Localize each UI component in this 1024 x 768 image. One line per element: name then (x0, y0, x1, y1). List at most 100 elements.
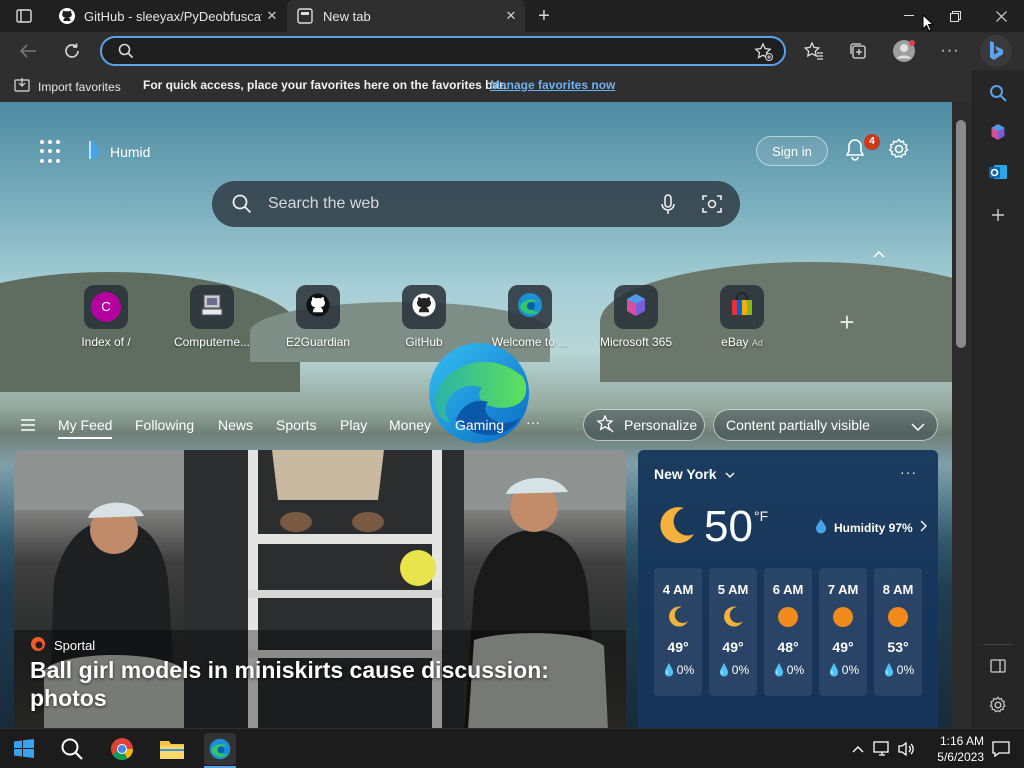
new-tab-page: Humid Sign in 4 Search the web C Index o… (0, 102, 952, 728)
forecast-temperature: 53° (887, 639, 909, 655)
sidebar-hide-icon[interactable] (985, 653, 1011, 679)
weather-city: New York (654, 466, 717, 482)
m365-icon (622, 291, 650, 324)
sidebar-m365-icon[interactable] (985, 119, 1011, 145)
chevron-up-icon[interactable] (850, 733, 866, 765)
quick-link[interactable]: Microsoft 365 (586, 285, 686, 349)
refresh-button[interactable] (60, 40, 84, 62)
content-visibility-dropdown[interactable]: Content partially visible (713, 409, 938, 441)
microphone-icon[interactable] (660, 194, 676, 221)
address-bar[interactable] (100, 36, 786, 66)
add-favorite-icon[interactable] (754, 42, 774, 67)
volume-icon[interactable] (896, 733, 916, 765)
notifications-button[interactable]: 4 (844, 134, 880, 164)
feed-tab-sports[interactable]: Sports (276, 417, 316, 433)
moon-icon (654, 504, 698, 553)
collections-icon[interactable] (847, 40, 869, 62)
weather-more-icon[interactable]: ··· (900, 464, 917, 480)
tab-actions-icon[interactable] (14, 7, 34, 25)
news-source-name: Sportal (54, 638, 96, 653)
import-favorites-button[interactable]: Import favorites (14, 77, 121, 96)
sidebar-add-icon[interactable] (985, 202, 1011, 228)
weather-location[interactable]: New York (654, 466, 735, 482)
close-tab-icon[interactable]: ✕ (264, 8, 280, 24)
humidity-value: Humidity 97% (834, 520, 913, 535)
page-settings-icon[interactable] (888, 138, 912, 162)
hero-news-card[interactable]: Sportal Ball girl models in miniskirts c… (14, 450, 626, 728)
chrome-icon[interactable] (106, 733, 138, 765)
feed-tab-my-feed[interactable]: My Feed (58, 417, 113, 439)
file-explorer-icon[interactable] (156, 733, 188, 765)
forecast-precipitation: 💧0% (826, 663, 860, 677)
sidebar-settings-icon[interactable] (985, 692, 1011, 718)
tab-newtab[interactable]: New tab ✕ (287, 0, 525, 32)
water-drop-icon (814, 518, 828, 537)
quick-link[interactable]: C Index of / (56, 285, 156, 349)
feed-more-button[interactable]: ··· (526, 414, 540, 430)
favorites-icon[interactable] (803, 40, 825, 62)
quick-link[interactable]: E2Guardian (268, 285, 368, 349)
news-headline[interactable]: Ball girl models in miniskirts cause dis… (30, 656, 590, 712)
forecast-time: 5 AM (717, 582, 749, 597)
notification-badge: 4 (864, 134, 880, 150)
system-clock[interactable]: 1:16 AM 5/6/2023 (920, 733, 984, 765)
sidebar-outlook-icon[interactable] (985, 159, 1011, 185)
clock-time: 1:16 AM (939, 734, 984, 748)
weather-mini[interactable]: Humid (84, 138, 150, 165)
feed-tab-gaming[interactable]: Gaming (455, 417, 504, 433)
github-icon (305, 292, 331, 323)
hourly-forecast-item[interactable]: 6 AM 48° 💧0% (764, 568, 812, 696)
chevron-up-icon[interactable] (872, 246, 890, 260)
tab-github[interactable]: GitHub - sleeyax/PyDeobfuscator ✕ (48, 0, 286, 32)
restore-button[interactable] (932, 0, 978, 32)
hourly-forecast-item[interactable]: 7 AM 49° 💧0% (819, 568, 867, 696)
weather-card[interactable]: New York ··· 50 °F Humidity 97% 4 AM 49°… (638, 450, 938, 728)
water-drop-icon (84, 138, 106, 165)
feed-tab-following[interactable]: Following (135, 417, 194, 433)
notifications-center-icon[interactable] (988, 733, 1014, 765)
add-shortcut-button[interactable]: + (834, 309, 860, 335)
web-search-box[interactable]: Search the web (212, 181, 740, 227)
close-tab-icon[interactable]: ✕ (503, 8, 519, 24)
windows-start-icon[interactable] (8, 733, 40, 765)
scrollbar-thumb[interactable] (956, 120, 966, 348)
chevron-right-icon (919, 520, 927, 535)
network-icon[interactable] (872, 733, 892, 765)
moon-icon (721, 605, 745, 629)
back-button[interactable] (16, 40, 40, 62)
more-menu-icon[interactable]: ··· (938, 40, 962, 62)
hourly-forecast-item[interactable]: 8 AM 53° 💧0% (874, 568, 922, 696)
taskbar-search-icon[interactable] (56, 733, 88, 765)
bing-copilot-icon[interactable] (980, 35, 1012, 67)
taskbar-edge-icon[interactable] (204, 733, 236, 765)
feed-tab-news[interactable]: News (218, 417, 253, 433)
current-temperature: 50 (704, 502, 753, 551)
address-input[interactable] (146, 42, 746, 60)
precip-value: 0% (676, 663, 695, 677)
favorites-bar: Import favorites For quick access, place… (0, 70, 970, 102)
hourly-forecast-item[interactable]: 4 AM 49° 💧0% (654, 568, 702, 696)
quick-link[interactable]: Computerne... (162, 285, 262, 349)
feed-tab-money[interactable]: Money (389, 417, 431, 433)
moon-icon (666, 605, 690, 629)
app-launcher-icon[interactable] (40, 140, 64, 164)
hamburger-menu-icon[interactable] (20, 418, 38, 432)
windows-taskbar: 1:16 AM 5/6/2023 (0, 728, 1024, 768)
page-scrollbar[interactable] (952, 102, 970, 728)
visual-search-icon[interactable] (702, 194, 722, 219)
manage-favorites-link[interactable]: Manage favorites now (490, 78, 615, 92)
sidebar-search-icon[interactable] (985, 80, 1011, 106)
forecast-temperature: 49° (667, 639, 689, 655)
humidity-link[interactable]: Humidity 97% (814, 518, 927, 537)
close-button[interactable] (978, 0, 1024, 32)
profile-avatar[interactable] (892, 39, 916, 63)
quick-link-label: E2Guardian (285, 335, 351, 349)
personalize-button[interactable]: Personalize (583, 409, 705, 441)
sun-icon (831, 605, 855, 629)
hourly-forecast-item[interactable]: 5 AM 49° 💧0% (709, 568, 757, 696)
sign-in-button[interactable]: Sign in (756, 136, 828, 166)
forecast-time: 7 AM (827, 582, 859, 597)
feed-tab-play[interactable]: Play (340, 417, 367, 433)
quick-link[interactable]: eBay Ad (692, 285, 792, 349)
new-tab-button[interactable]: + (534, 5, 554, 27)
